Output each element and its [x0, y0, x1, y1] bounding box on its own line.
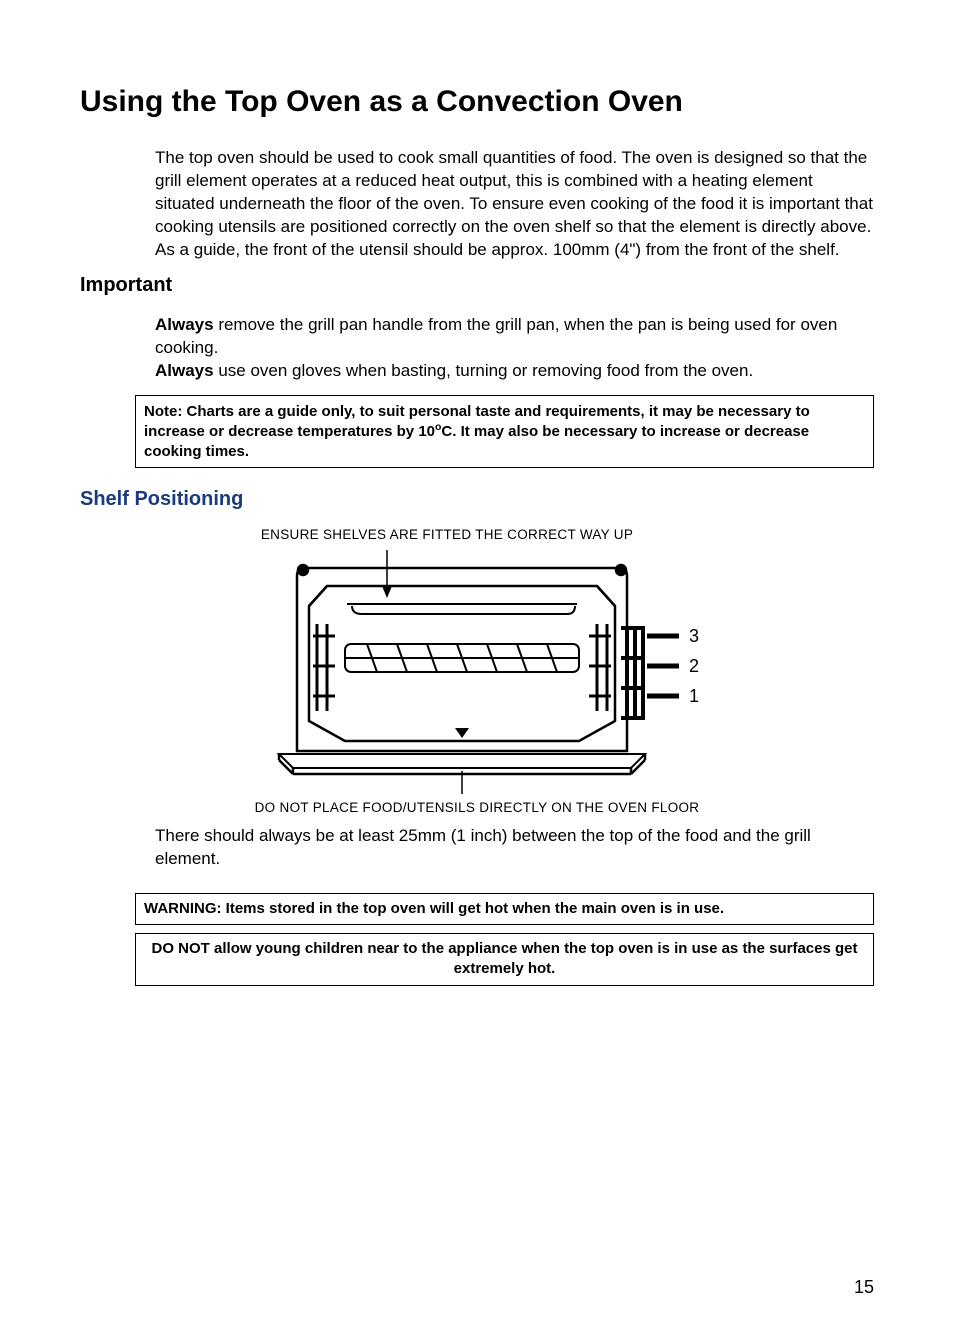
diagram-caption-bottom: DO NOT PLACE FOOD/UTENSILS DIRECTLY ON T… [80, 800, 874, 815]
always-label-1: Always [155, 315, 214, 334]
shelf-positioning-heading: Shelf Positioning [80, 488, 874, 511]
shelf-label-1: 1 [689, 686, 699, 706]
important-paragraph-2: Always use oven gloves when basting, tur… [155, 360, 874, 383]
important-heading: Important [80, 274, 874, 297]
diagram-caption-top: ENSURE SHELVES ARE FITTED THE CORRECT WA… [20, 527, 874, 542]
page-number: 15 [854, 1277, 874, 1298]
shelf-label-3: 3 [689, 626, 699, 646]
important-text-2: use oven gloves when basting, turning or… [214, 361, 754, 380]
page-title: Using the Top Oven as a Convection Oven [80, 85, 874, 119]
clearance-paragraph: There should always be at least 25mm (1 … [155, 825, 874, 871]
important-text-1: remove the grill pan handle from the gri… [155, 315, 837, 357]
shelf-label-2: 2 [689, 656, 699, 676]
diagram-block: ENSURE SHELVES ARE FITTED THE CORRECT WA… [80, 527, 874, 871]
warning-box-1: WARNING: Items stored in the top oven wi… [135, 893, 874, 925]
important-paragraph-1: Always remove the grill pan handle from … [155, 314, 874, 360]
always-label-2: Always [155, 361, 214, 380]
warning-box-2: DO NOT allow young children near to the … [135, 933, 874, 986]
note-box: Note: Charts are a guide only, to suit p… [135, 395, 874, 469]
oven-diagram: 3 2 1 [217, 546, 737, 796]
intro-paragraph: The top oven should be used to cook smal… [155, 147, 874, 262]
